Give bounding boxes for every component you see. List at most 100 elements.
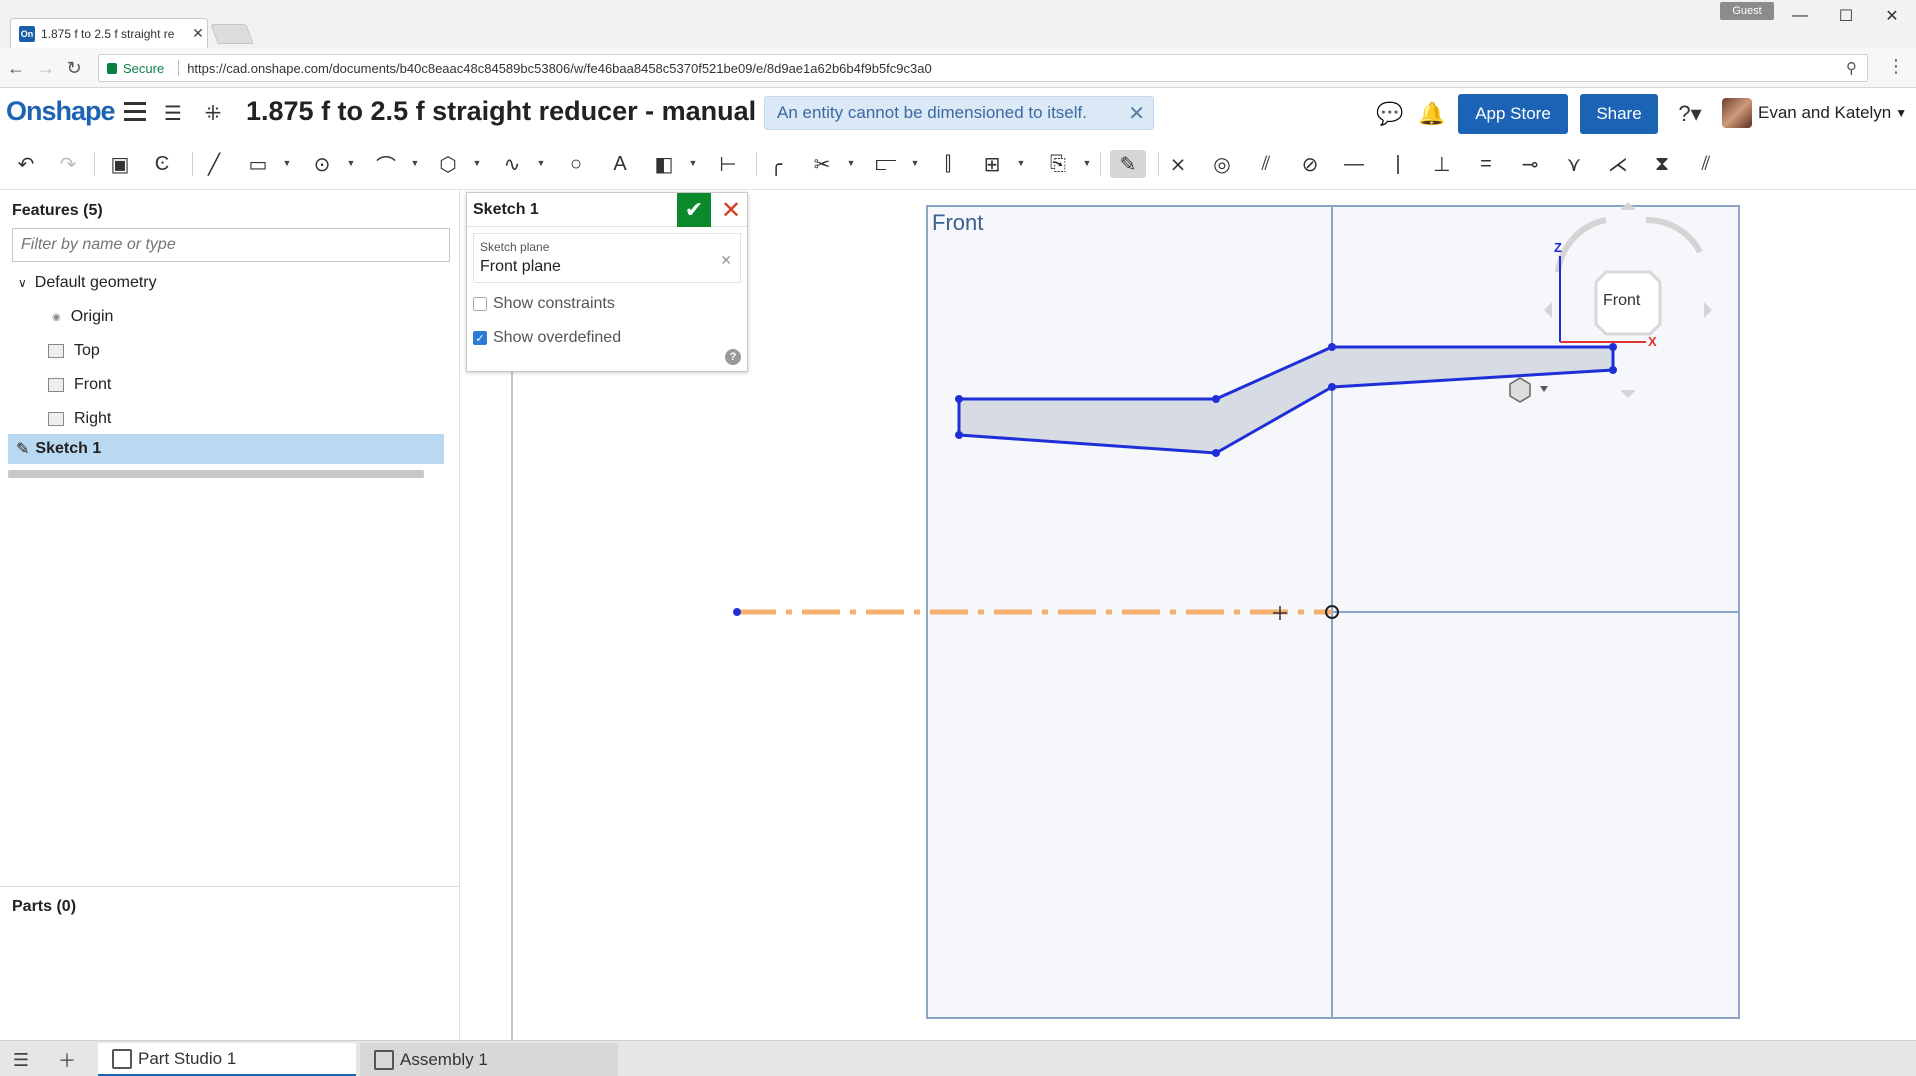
feature-list-scrollbar[interactable]: [8, 470, 424, 478]
arc-tool-icon[interactable]: ⌒: [372, 150, 400, 178]
chevron-down-icon[interactable]: ▼: [846, 158, 856, 168]
tree-item-sketch-1[interactable]: ✎ Sketch 1: [8, 434, 444, 464]
app-store-button[interactable]: App Store: [1458, 94, 1568, 134]
point-tool-icon[interactable]: ○: [562, 150, 590, 178]
close-tab-icon[interactable]: ✕: [189, 25, 207, 42]
tree-item-front[interactable]: Front: [0, 370, 460, 400]
forward-arrow-icon[interactable]: →: [34, 56, 58, 80]
browser-menu-icon[interactable]: ⋮: [1886, 56, 1906, 80]
text-tool-icon[interactable]: A: [606, 150, 634, 178]
maximize-window-icon[interactable]: ☐: [1826, 4, 1866, 28]
notifications-bell-icon[interactable]: 🔔: [1418, 100, 1446, 128]
chevron-down-icon[interactable]: ▼: [1082, 158, 1092, 168]
mirror-tool-icon[interactable]: ⫿: [934, 150, 962, 178]
coincident-constraint-icon[interactable]: ⨯: [1164, 150, 1192, 178]
help-menu-icon[interactable]: ?▾: [1668, 100, 1712, 128]
accept-sketch-button[interactable]: ✔: [677, 193, 711, 227]
feature-list-icon[interactable]: ☰: [160, 100, 186, 126]
trim-tool-icon[interactable]: ✂: [808, 150, 836, 178]
help-icon[interactable]: ?: [725, 349, 741, 365]
back-arrow-icon[interactable]: ←: [4, 56, 28, 80]
sketch-dialog-title[interactable]: Sketch 1: [473, 201, 539, 219]
document-title[interactable]: 1.875 f to 2.5 f straight reducer - manu…: [246, 96, 766, 127]
show-constraints-checkbox[interactable]: Show constraints: [473, 293, 615, 315]
tangent-constraint-icon[interactable]: ⊘: [1296, 150, 1324, 178]
document-menu-icon[interactable]: [124, 102, 146, 122]
chevron-down-icon[interactable]: ▼: [410, 158, 420, 168]
chevron-down-icon[interactable]: ▼: [472, 158, 482, 168]
undo-icon[interactable]: ↶: [12, 150, 40, 178]
checkbox-box-checked[interactable]: ✓: [473, 331, 487, 345]
offset-tool-icon[interactable]: ◧: [650, 150, 678, 178]
construction-toggle-icon[interactable]: ✎: [1110, 150, 1146, 178]
line-tool-icon[interactable]: ╱: [200, 150, 228, 178]
tree-item-origin[interactable]: ◉ Origin: [0, 302, 460, 332]
cancel-sketch-button[interactable]: ✕: [717, 195, 745, 225]
zoom-icon[interactable]: ⚲: [1846, 59, 1857, 77]
user-menu[interactable]: Evan and Katelyn ▼: [1722, 98, 1907, 128]
pattern-tool-icon[interactable]: ⊞: [978, 150, 1006, 178]
secure-indicator[interactable]: Secure: [107, 61, 164, 76]
feature-filter-input[interactable]: [12, 228, 450, 262]
bottom-tab-bar: ☰ ＋ Part Studio 1 Assembly 1: [0, 1040, 1916, 1076]
chevron-down-icon[interactable]: ▼: [536, 158, 546, 168]
spline-tool-icon[interactable]: ∿: [498, 150, 526, 178]
rectangle-tool-icon[interactable]: ▭: [244, 150, 272, 178]
midpoint-constraint-icon[interactable]: ⊸: [1516, 150, 1544, 178]
user-name: Evan and Katelyn: [1758, 103, 1892, 122]
close-window-icon[interactable]: ✕: [1872, 4, 1912, 28]
clear-plane-icon[interactable]: ✕: [720, 252, 732, 269]
pierce-constraint-icon[interactable]: ⋌: [1604, 150, 1632, 178]
concentric-constraint-icon[interactable]: ◎: [1208, 150, 1236, 178]
comments-icon[interactable]: 💬: [1376, 100, 1404, 128]
offset-curve-icon[interactable]: ⫍: [872, 150, 900, 178]
symmetric-constraint-icon[interactable]: ⧗: [1648, 150, 1676, 178]
chevron-down-icon[interactable]: ▼: [282, 158, 292, 168]
view-options-icon[interactable]: [1509, 377, 1531, 403]
fillet-tool-icon[interactable]: ╭: [762, 150, 790, 178]
use-sketch-icon[interactable]: ▣: [106, 150, 134, 178]
tab-part-studio-1[interactable]: Part Studio 1: [98, 1043, 356, 1076]
construction-line-endpoint[interactable]: [733, 608, 741, 616]
chevron-down-icon[interactable]: ▼: [910, 158, 920, 168]
browser-tab[interactable]: On 1.875 f to 2.5 f straight re ✕: [10, 18, 208, 48]
checkbox-box[interactable]: [473, 297, 487, 311]
new-tab-button[interactable]: [210, 24, 254, 44]
equal-constraint-icon[interactable]: =: [1472, 150, 1500, 178]
url-field[interactable]: Secure https://cad.onshape.com/documents…: [98, 54, 1868, 82]
tab-assembly-1[interactable]: Assembly 1: [360, 1043, 618, 1076]
add-tab-icon[interactable]: ＋: [54, 1047, 80, 1073]
chevron-down-icon[interactable]: ▼: [346, 158, 356, 168]
chevron-down-icon[interactable]: ▼: [1016, 158, 1026, 168]
reload-icon[interactable]: ↻: [62, 56, 86, 80]
vertical-constraint-icon[interactable]: |: [1384, 150, 1412, 178]
sketch-plane-field[interactable]: Sketch plane Front plane ✕: [473, 233, 741, 283]
chevron-down-icon[interactable]: ▼: [688, 158, 698, 168]
share-button[interactable]: Share: [1580, 94, 1658, 134]
tree-item-right[interactable]: Right: [0, 404, 460, 434]
dimension-tool-icon[interactable]: ⊢: [714, 150, 742, 178]
tab-manager-icon[interactable]: ☰: [8, 1047, 34, 1073]
minimize-window-icon[interactable]: —: [1780, 4, 1820, 28]
fix-constraint-icon[interactable]: ⫽: [1692, 150, 1720, 178]
parallel-constraint-icon[interactable]: ⫽: [1252, 150, 1280, 178]
polygon-tool-icon[interactable]: ⬡: [434, 150, 462, 178]
onshape-logo[interactable]: Onshape: [6, 96, 116, 127]
view-cube-label[interactable]: Front: [1603, 292, 1640, 310]
default-geometry-node[interactable]: ∨ Default geometry: [0, 268, 460, 298]
circle-tool-icon[interactable]: ⊙: [308, 150, 336, 178]
show-overdefined-checkbox[interactable]: ✓ Show overdefined: [473, 327, 621, 349]
redo-icon[interactable]: ↷: [54, 150, 82, 178]
normal-constraint-icon[interactable]: ⋎: [1560, 150, 1588, 178]
import-dxf-icon[interactable]: ⎘: [1044, 150, 1072, 178]
app-header: Onshape ☰ ⁜ 1.875 f to 2.5 f straight re…: [0, 88, 1916, 138]
insert-feature-icon[interactable]: ⁜: [200, 100, 226, 126]
guest-profile-badge[interactable]: Guest: [1720, 2, 1774, 20]
perpendicular-constraint-icon[interactable]: ⊥: [1428, 150, 1456, 178]
parts-divider[interactable]: [0, 886, 460, 887]
horizontal-constraint-icon[interactable]: —: [1340, 150, 1368, 178]
parts-title[interactable]: Parts (0): [12, 898, 76, 916]
close-toast-icon[interactable]: ✕: [1128, 101, 1145, 126]
tree-item-top[interactable]: Top: [0, 336, 460, 366]
trim-use-icon[interactable]: Ͼ: [148, 150, 176, 178]
